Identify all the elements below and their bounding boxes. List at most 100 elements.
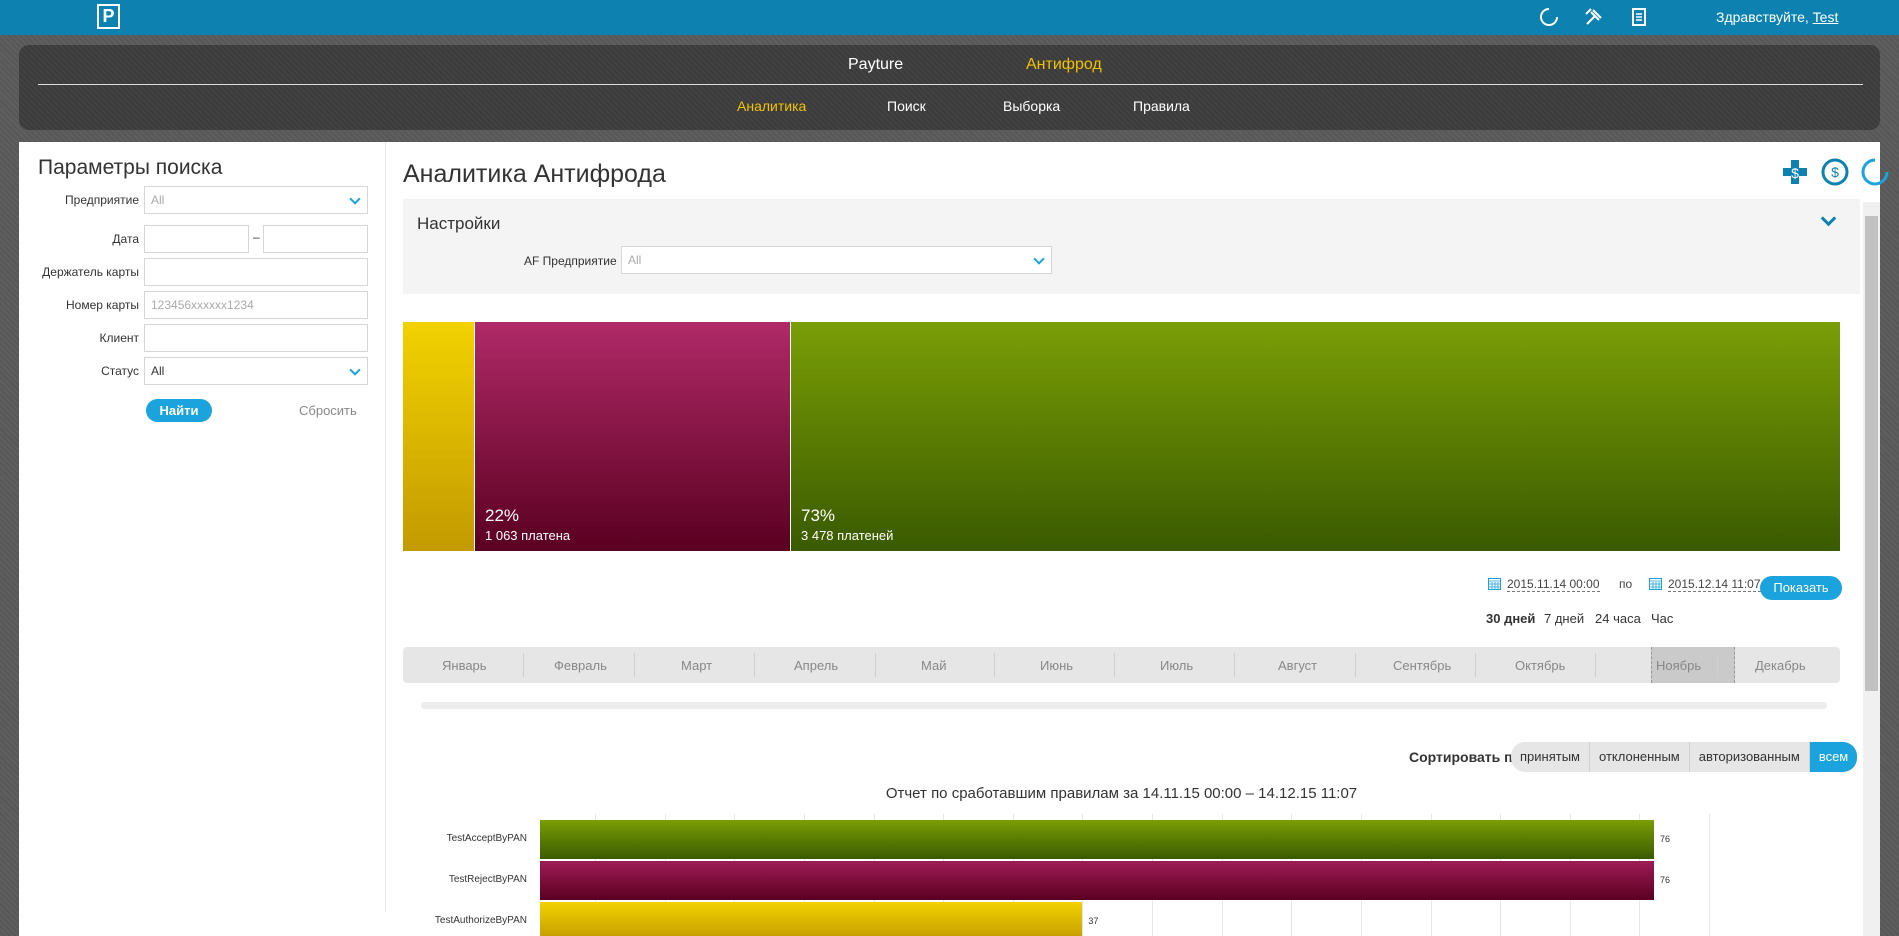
calendar-icon (1649, 578, 1662, 590)
nav-antifraud[interactable]: Антифрод (1026, 56, 1102, 74)
content-scrollbar[interactable] (1863, 202, 1880, 936)
month-apr[interactable]: Апрель (794, 658, 838, 673)
month-sep[interactable]: Сентябрь (1393, 658, 1451, 673)
sort-all-button[interactable]: всем (1809, 742, 1858, 772)
bar-label: TestRejectByPAN (448, 874, 527, 885)
cardholder-input[interactable] (144, 258, 368, 286)
card-number-input[interactable]: 123456xxxxxx1234 (144, 291, 368, 319)
add-payment-icon[interactable]: $ (1779, 156, 1811, 188)
period-24-hours[interactable]: 24 часа (1595, 611, 1641, 626)
nav-panel: Payture Антифрод Аналитика Поиск Выборка… (19, 45, 1880, 130)
collapse-chevron-icon[interactable] (1820, 210, 1837, 227)
month-jun[interactable]: Июнь (1040, 658, 1073, 673)
analytics-panel: Аналитика Антифрода $ $ Настройки AF Пре… (403, 142, 1889, 936)
greeting: Здравствуйте, Test (1716, 9, 1838, 25)
status-select[interactable]: All (144, 357, 368, 385)
month-jul[interactable]: Июль (1160, 658, 1193, 673)
month-mar[interactable]: Март (681, 658, 712, 673)
months-timeline[interactable]: Январь Февраль Март Апрель Май Июнь Июль… (403, 647, 1840, 683)
month-jan[interactable]: Январь (442, 658, 487, 673)
settings-panel: Настройки AF Предприятие All (403, 199, 1860, 294)
top-bar: P Здравствуйте, Test (0, 0, 1899, 35)
report-title: Отчет по сработавшим правилам за 14.11.1… (885, 785, 1358, 802)
date-to[interactable]: 2015.12.14 11:07 (1649, 577, 1761, 592)
subnav-rules[interactable]: Правила (1133, 98, 1190, 114)
bar[interactable] (540, 820, 1654, 859)
month-feb[interactable]: Февраль (554, 658, 607, 673)
timeline-slider-track[interactable] (421, 702, 1827, 709)
date-from[interactable]: 2015.11.14 00:00 (1488, 577, 1600, 592)
card-number-placeholder: 123456xxxxxx1234 (151, 298, 254, 312)
date-separator: – (253, 230, 260, 244)
tools-icon[interactable] (1583, 6, 1605, 28)
month-dec[interactable]: Декабрь (1755, 658, 1806, 673)
treemap-segment-accepted[interactable]: 73% 3 478 платеней (791, 322, 1840, 551)
af-enterprise-value: All (628, 253, 642, 267)
bar[interactable] (540, 902, 1083, 936)
month-oct[interactable]: Октябрь (1515, 658, 1565, 673)
status-label: Статус (101, 364, 139, 378)
month-aug[interactable]: Август (1278, 658, 1317, 673)
main-content: Параметры поиска Предприятие All Дата – … (19, 142, 1889, 936)
user-link[interactable]: Test (1813, 9, 1839, 25)
bar-value-label: 37 (1088, 916, 1099, 926)
enterprise-label: Предприятие (65, 193, 139, 207)
sort-label: Сортировать по (1409, 749, 1522, 765)
treemap-rejected-pct: 22% (485, 506, 520, 525)
enterprise-value: All (151, 193, 165, 207)
period-7-days[interactable]: 7 дней (1544, 611, 1584, 626)
reset-button[interactable]: Сбросить (299, 403, 357, 418)
svg-text:$: $ (1791, 165, 1799, 181)
document-icon[interactable] (1628, 6, 1650, 28)
subnav-selection[interactable]: Выборка (1003, 98, 1060, 114)
status-value: All (151, 364, 165, 378)
treemap-accepted-count: 3 478 платеней (801, 528, 894, 543)
reload-icon[interactable] (1859, 156, 1891, 188)
chart-gridline (1709, 814, 1710, 936)
date-to-value: 2015.12.14 11:07 (1668, 577, 1761, 592)
client-input[interactable] (144, 324, 368, 352)
find-button[interactable]: Найти (146, 399, 212, 422)
date-from-input[interactable] (144, 225, 249, 253)
cardholder-label: Держатель карты (42, 265, 139, 279)
payment-refresh-icon[interactable]: $ (1819, 156, 1851, 188)
rules-bar-chart: TestAcceptByPAN 76 TestRejectByPAN 76 TestAu… (403, 814, 1840, 936)
card-number-label: Номер карты (66, 298, 139, 312)
payture-logo[interactable]: P (97, 4, 120, 29)
page-title: Аналитика Антифрода (403, 160, 666, 188)
date-label: Дата (112, 232, 139, 246)
search-title: Параметры поиска (38, 156, 223, 179)
chevron-down-icon (1033, 253, 1045, 265)
refresh-icon[interactable] (1538, 6, 1560, 28)
period-hour[interactable]: Час (1651, 611, 1673, 626)
subnav-analytics[interactable]: Аналитика (737, 98, 806, 114)
bar-value-label: 76 (1660, 875, 1671, 885)
month-nov[interactable]: Ноябрь (1656, 658, 1701, 673)
month-may[interactable]: Май (921, 658, 946, 673)
date-from-value: 2015.11.14 00:00 (1507, 577, 1600, 592)
settings-title: Настройки (417, 214, 501, 233)
calendar-icon (1488, 578, 1501, 590)
af-enterprise-label: AF Предприятие (524, 254, 617, 268)
date-to-label: по (1619, 577, 1633, 591)
scrollbar-thumb[interactable] (1865, 216, 1878, 691)
sort-rejected-button[interactable]: отклоненным (1590, 742, 1690, 772)
bar[interactable] (540, 861, 1654, 900)
bar-label: TestAcceptByPAN (446, 833, 527, 844)
enterprise-select[interactable]: All (144, 186, 368, 214)
treemap-segment-other[interactable] (403, 322, 474, 551)
sort-authorized-button[interactable]: авторизованным (1690, 742, 1810, 772)
nav-payture[interactable]: Payture (848, 56, 903, 74)
svg-text:$: $ (1831, 164, 1839, 180)
subnav-search[interactable]: Поиск (887, 98, 926, 114)
af-enterprise-select[interactable]: All (621, 246, 1052, 274)
chevron-down-icon (349, 193, 361, 205)
period-30-days[interactable]: 30 дней (1486, 611, 1535, 626)
treemap-segment-rejected[interactable]: 22% 1 063 платена (475, 322, 790, 551)
payments-treemap: 22% 1 063 платена 73% 3 478 платеней (403, 322, 1840, 551)
search-panel: Параметры поиска Предприятие All Дата – … (19, 142, 386, 912)
sort-accepted-button[interactable]: принятым (1511, 742, 1590, 772)
show-button[interactable]: Показать (1760, 576, 1842, 600)
date-to-input[interactable] (263, 225, 368, 253)
treemap-accepted-pct: 73% (801, 506, 836, 525)
